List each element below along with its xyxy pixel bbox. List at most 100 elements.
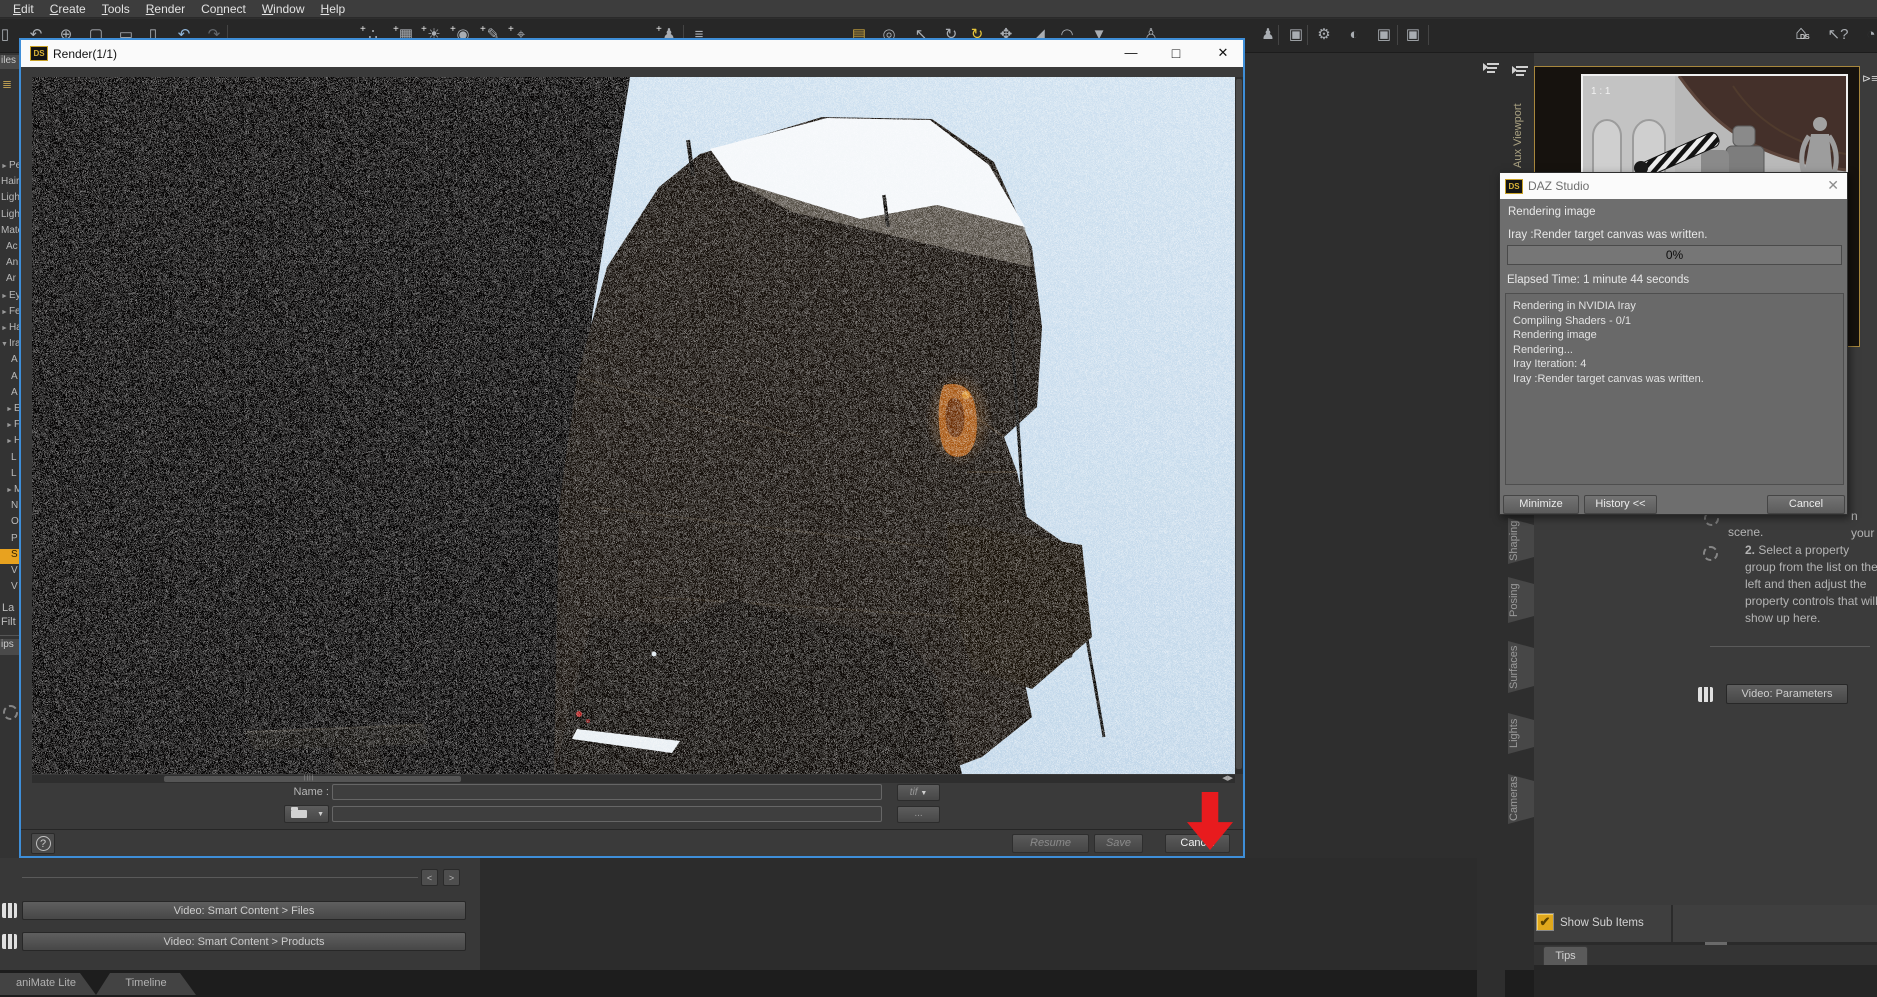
camera-settings-icon[interactable]: ▣	[1373, 23, 1395, 47]
clock-icon[interactable]: ◔	[1860, 23, 1877, 47]
sidebar-top-tab[interactable]: iles	[0, 55, 19, 69]
show-sub-items-checkbox[interactable]: ✔	[1536, 913, 1554, 931]
minimize-button[interactable]: Minimize	[1503, 495, 1579, 514]
video-smart-content-products-button[interactable]: Video: Smart Content > Products	[22, 932, 466, 951]
sidebar-item[interactable]: S	[0, 548, 19, 564]
sidebar-item[interactable]: V	[0, 581, 19, 596]
cursor-settings-icon[interactable]: ⚙	[1313, 23, 1335, 47]
camera-icon[interactable]: ▣	[1402, 23, 1424, 47]
menu-edit[interactable]: Edit	[10, 2, 37, 16]
video-smart-content-files-button[interactable]: Video: Smart Content > Files	[22, 901, 466, 920]
page-next-button[interactable]: >	[443, 869, 460, 886]
sidebar-item[interactable]: ►H	[0, 435, 19, 450]
left-sidebar-sliver: iles ≣ ►PeHairLightLightMateAcAnAr►Ey►Fe…	[0, 53, 19, 858]
sidebar-item[interactable]: ►E	[0, 403, 19, 418]
render-log-box[interactable]: Rendering in NVIDIA Iray Compiling Shader…	[1505, 293, 1844, 485]
sidebar-item[interactable]: ►Fe	[0, 306, 19, 321]
scrollbar-arrows[interactable]: ◀▶	[1222, 775, 1233, 783]
film-icon	[1698, 687, 1713, 702]
sidebar-item[interactable]: P	[0, 533, 19, 548]
sidebar-item[interactable]: ►Pe	[0, 160, 19, 175]
sidebar-item[interactable]: ▼Ira	[0, 338, 19, 353]
folder-button[interactable]: ▼	[284, 805, 329, 823]
log-line: Rendering in NVIDIA Iray	[1513, 300, 1636, 312]
menu-connect[interactable]: Connect	[198, 2, 249, 16]
cancel-button[interactable]: Cancel	[1767, 495, 1845, 514]
smart-content-panel: < > Video: Smart Content > Files Video: …	[0, 858, 480, 970]
pane-menu-icon[interactable]	[1483, 61, 1503, 79]
pane-undock-icon[interactable]: ⊳≡	[1862, 72, 1877, 85]
page-prev-button[interactable]: <	[421, 869, 438, 886]
menu-window[interactable]: Window	[259, 2, 308, 16]
sidebar-item[interactable]: ►M	[0, 484, 19, 499]
history-button[interactable]: History <<	[1584, 495, 1657, 514]
tab-surfaces[interactable]: Surfaces	[1508, 641, 1534, 693]
scrollbar-thumb[interactable]	[1236, 79, 1242, 769]
sidebar-item[interactable]: Mate	[0, 225, 19, 240]
tab-lights[interactable]: Lights	[1508, 713, 1534, 754]
path-input[interactable]	[332, 806, 882, 822]
menu-help[interactable]: Help	[318, 2, 349, 16]
sidebar-label-caption: La	[2, 602, 15, 614]
maximize-icon[interactable]: □	[1161, 40, 1191, 66]
close-icon[interactable]: ✕	[1208, 40, 1238, 66]
new-file-icon[interactable]: ▯	[0, 23, 16, 47]
tab-timeline[interactable]: Timeline	[96, 973, 196, 995]
sidebar-item[interactable]: ►F	[0, 419, 19, 434]
sidebar-item[interactable]: N	[0, 500, 19, 515]
sidebar-item[interactable]: L	[0, 468, 19, 483]
sidebar-item[interactable]: A	[0, 387, 19, 402]
sidebar-item[interactable]: Light	[0, 209, 19, 224]
render-message-text: Iray :Render target canvas was written.	[1508, 229, 1708, 241]
toolbar-divider	[1278, 25, 1279, 45]
sidebar-divider	[0, 635, 19, 636]
film-icon	[2, 903, 17, 918]
tab-animate-lite[interactable]: aniMate Lite	[0, 973, 96, 995]
video-parameters-button[interactable]: Video: Parameters	[1726, 684, 1848, 704]
camera-select-icon[interactable]: ▣	[1285, 23, 1307, 47]
layered-panels-icon[interactable]: ≣	[2, 77, 12, 91]
format-dropdown[interactable]: tif ▼	[897, 784, 940, 801]
sidebar-item[interactable]: A	[0, 354, 19, 369]
tab-shaping[interactable]: Shaping	[1508, 518, 1534, 564]
tip-spinner-icon	[3, 705, 18, 720]
person-select-icon[interactable]: ♟	[1257, 23, 1279, 47]
horizontal-scrollbar[interactable]: |||| ◀▶	[32, 775, 1235, 783]
sidebar-item[interactable]: Light	[0, 192, 19, 207]
sphere-settings-icon[interactable]: ◐	[1343, 23, 1365, 47]
dialog-titlebar[interactable]: DS DAZ Studio ✕	[1500, 173, 1847, 199]
sidebar-item[interactable]: Ar	[0, 273, 19, 288]
resume-button[interactable]: Resume	[1012, 834, 1089, 853]
film-icon	[2, 934, 17, 949]
dock-menu-icon[interactable]	[1512, 64, 1532, 82]
sidebar-item[interactable]: ►Ha	[0, 322, 19, 337]
sidebar-item[interactable]: ►Ey	[0, 290, 19, 305]
menu-tools[interactable]: Tools	[99, 2, 133, 16]
sidebar-item[interactable]: Hair	[0, 176, 19, 191]
sidebar-item[interactable]: An	[0, 257, 19, 272]
sidebar-tips-tab[interactable]: ips	[0, 639, 19, 655]
log-line: Iray :Render target canvas was written.	[1513, 372, 1704, 385]
menu-render[interactable]: Render	[143, 2, 188, 16]
tab-cameras[interactable]: Cameras	[1508, 774, 1534, 824]
close-icon[interactable]: ✕	[1827, 177, 1839, 194]
menu-create[interactable]: Create	[47, 2, 89, 16]
sidebar-item[interactable]: O	[0, 516, 19, 531]
browse-button[interactable]: ...	[897, 806, 940, 823]
sidebar-item[interactable]: L	[0, 452, 19, 467]
elapsed-time-text: Elapsed Time: 1 minute 44 seconds	[1507, 274, 1690, 286]
sidebar-item[interactable]: V	[0, 565, 19, 580]
vertical-scrollbar[interactable]	[1235, 77, 1243, 774]
ds-home-icon[interactable]: ⌂ DS	[1795, 23, 1821, 49]
help-button[interactable]: ?	[31, 833, 55, 854]
minimize-icon[interactable]: ―	[1116, 40, 1146, 66]
tab-aux-viewport[interactable]: Aux Viewport	[1512, 88, 1534, 184]
sidebar-item[interactable]: Ac	[0, 241, 19, 256]
save-button[interactable]: Save	[1094, 834, 1143, 853]
help-cursor-icon[interactable]: ↖?	[1827, 23, 1849, 47]
render-window-titlebar[interactable]: DS Render(1/1) ― □ ✕	[21, 40, 1243, 67]
name-input[interactable]	[332, 784, 882, 800]
sidebar-item[interactable]: A	[0, 371, 19, 386]
tab-tips[interactable]: Tips	[1543, 946, 1588, 965]
tab-posing[interactable]: Posing	[1508, 577, 1534, 623]
